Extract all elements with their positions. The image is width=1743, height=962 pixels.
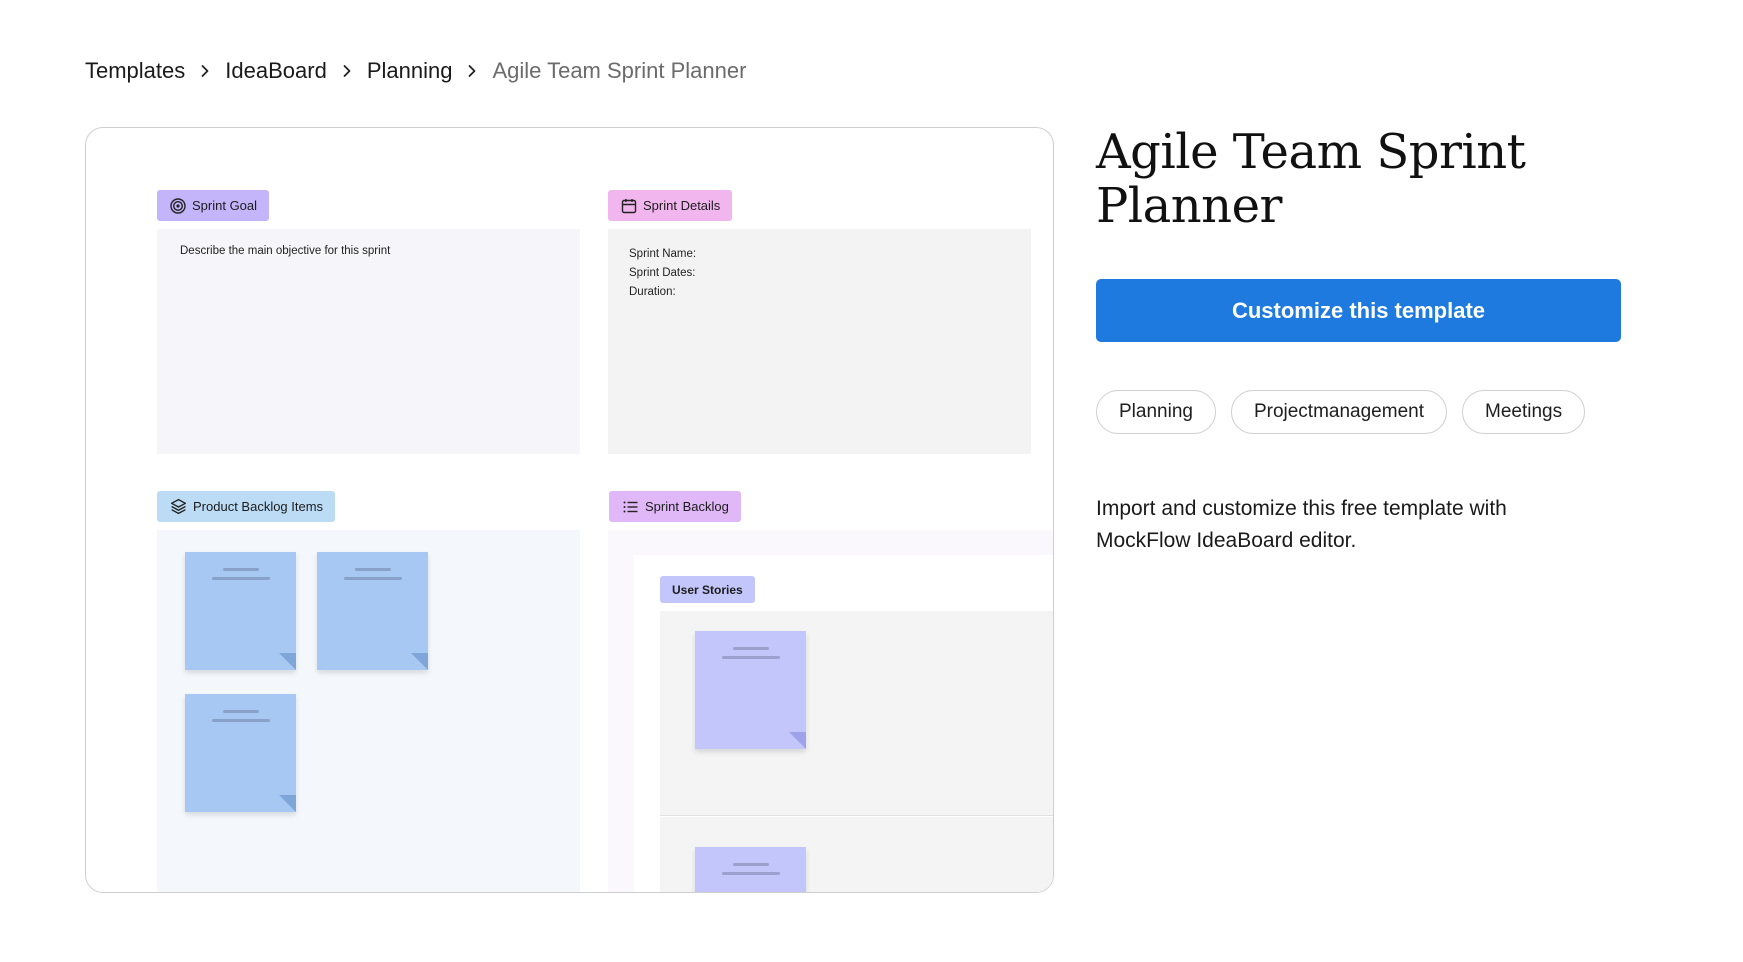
tag-list: Planning Projectmanagement Meetings [1096,390,1586,434]
customize-template-button[interactable]: Customize this template [1096,279,1621,342]
list-icon [623,501,638,512]
tag-chip-projectmanagement[interactable]: Projectmanagement [1230,390,1447,434]
product-backlog-tag: Product Backlog Items [157,491,336,522]
target-icon [170,197,186,214]
sprint-goal-panel: Describe the main objective for this spr… [157,229,580,454]
sprint-backlog-panel: User Stories [608,530,1053,892]
calendar-icon [621,198,637,213]
user-stories-label: User Stories [672,582,743,597]
sticky-note [185,694,296,812]
sticky-note [317,552,428,670]
sprint-details-text: Sprint Name: Sprint Dates: Duration: [629,245,696,302]
sprint-details-panel: Sprint Name: Sprint Dates: Duration: [608,229,1031,454]
chevron-right-icon [465,64,479,78]
breadcrumb-ideaboard-link[interactable]: IdeaBoard [225,58,327,84]
sticky-note [695,847,806,892]
sprint-backlog-tag: Sprint Backlog [609,491,741,522]
product-backlog-panel [157,530,580,892]
breadcrumb-templates-link[interactable]: Templates [85,58,185,84]
breadcrumb: Templates IdeaBoard Planning Agile Team … [85,58,746,84]
user-stories-lane [660,817,1053,892]
breadcrumb-current: Agile Team Sprint Planner [492,58,747,83]
template-preview[interactable]: Sprint Goal Describe the main objective … [85,127,1054,893]
sticky-note [695,631,806,749]
sprint-details-tag: Sprint Details [608,190,733,221]
tag-chip-meetings[interactable]: Meetings [1462,390,1586,434]
breadcrumb-planning-link[interactable]: Planning [367,58,453,84]
user-stories-column: User Stories [634,555,1053,892]
user-stories-lane [660,611,1053,816]
sprint-dates-line: Sprint Dates: [629,267,696,279]
chevron-right-icon [340,64,354,78]
sprint-name-line: Sprint Name: [629,248,697,260]
tag-chip-planning[interactable]: Planning [1096,390,1216,434]
layers-icon [170,498,187,515]
sprint-details-label: Sprint Details [643,198,721,213]
duration-line: Duration: [629,286,676,298]
page-title: Agile Team Sprint Planner [1096,124,1526,234]
sprint-goal-label: Sprint Goal [192,198,258,213]
chevron-right-icon [198,64,212,78]
product-backlog-label: Product Backlog Items [193,499,324,514]
user-stories-tag: User Stories [660,576,755,603]
sprint-backlog-label: Sprint Backlog [645,499,729,514]
sticky-note [185,552,296,670]
sprint-goal-tag: Sprint Goal [157,190,270,221]
sprint-goal-text: Describe the main objective for this spr… [180,245,391,257]
template-description: Import and customize this free template … [1096,497,1507,552]
